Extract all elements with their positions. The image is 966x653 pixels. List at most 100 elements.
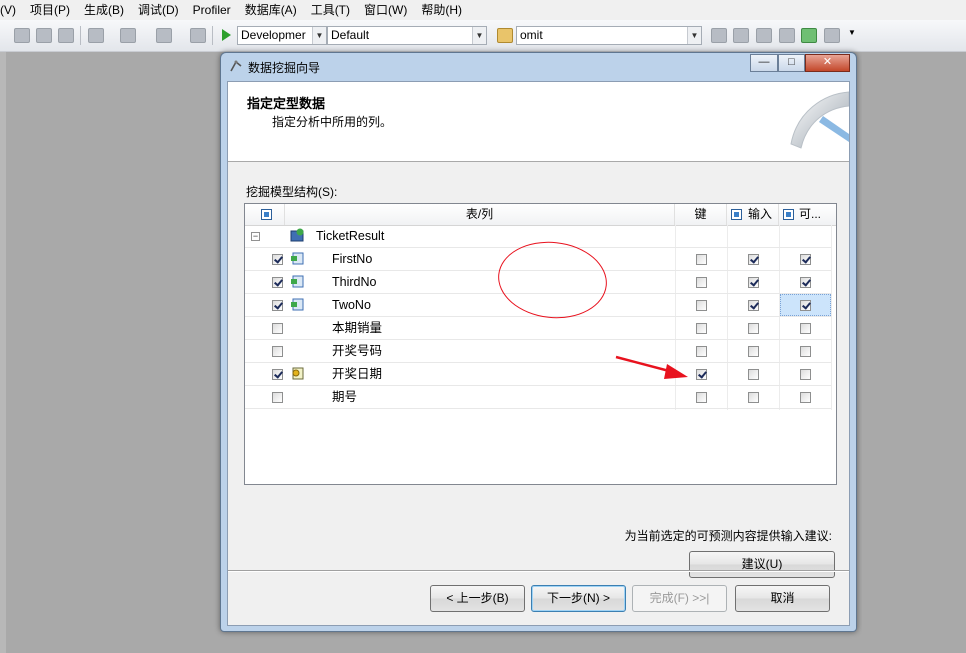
suggest-button[interactable]: 建议(U) bbox=[689, 551, 835, 578]
solution-platform-combo[interactable]: Default ▼ bbox=[327, 26, 487, 45]
close-button[interactable]: ✕ bbox=[805, 54, 850, 72]
menu-item[interactable]: 调试(D) bbox=[131, 0, 186, 20]
find-icon[interactable] bbox=[711, 28, 727, 43]
menu-item[interactable]: 项目(P) bbox=[23, 0, 77, 20]
start-page-icon[interactable] bbox=[801, 28, 817, 43]
include-checkbox[interactable] bbox=[272, 300, 283, 311]
include-checkbox[interactable] bbox=[272, 346, 283, 357]
page-subtitle: 指定分析中所用的列。 bbox=[272, 115, 393, 129]
include-checkbox[interactable] bbox=[272, 392, 283, 403]
next-button[interactable]: 下一步(N) > bbox=[531, 585, 626, 612]
predict-checkbox[interactable] bbox=[800, 392, 811, 403]
command-window-icon[interactable] bbox=[824, 28, 840, 43]
input-all-checkbox[interactable] bbox=[731, 209, 742, 220]
redo-icon[interactable] bbox=[120, 28, 136, 43]
menu-item[interactable]: 窗口(W) bbox=[357, 0, 414, 20]
copy-icon[interactable] bbox=[36, 28, 52, 43]
key-checkbox[interactable] bbox=[696, 300, 707, 311]
menu-item[interactable]: Profiler bbox=[186, 0, 238, 20]
key-checkbox[interactable] bbox=[696, 369, 707, 380]
chevron-down-icon[interactable]: ▼ bbox=[687, 27, 701, 44]
page-title: 指定定型数据 bbox=[247, 96, 326, 111]
menu-item[interactable]: 帮助(H) bbox=[414, 0, 469, 20]
navigate-backward-icon[interactable] bbox=[156, 28, 172, 43]
toolbox-icon[interactable] bbox=[779, 28, 795, 43]
column-name: FirstNo bbox=[332, 252, 373, 266]
toolbar-options-icon[interactable]: ▼ bbox=[848, 28, 856, 41]
input-checkbox[interactable] bbox=[748, 254, 759, 265]
numeric-column-icon bbox=[291, 298, 304, 311]
input-checkbox[interactable] bbox=[748, 277, 759, 288]
table-name: TicketResult bbox=[316, 229, 385, 243]
table-row[interactable]: 期号 bbox=[245, 386, 831, 409]
key-checkbox[interactable] bbox=[696, 277, 707, 288]
menu-item[interactable]: 数据库(A) bbox=[238, 0, 304, 20]
table-row[interactable]: 开奖号码 bbox=[245, 340, 831, 363]
wizard-banner-graphic bbox=[790, 91, 849, 149]
cancel-button[interactable]: 取消 bbox=[735, 585, 830, 612]
find-combo-value: omit bbox=[520, 28, 543, 42]
chevron-down-icon[interactable]: ▼ bbox=[472, 27, 486, 44]
column-name: 开奖日期 bbox=[332, 367, 383, 381]
start-debugging-icon[interactable] bbox=[222, 29, 231, 41]
include-checkbox[interactable] bbox=[272, 369, 283, 380]
maximize-button[interactable]: □ bbox=[778, 54, 805, 72]
column-name: TwoNo bbox=[332, 298, 371, 312]
solution-platform-value: Default bbox=[331, 28, 370, 42]
collapse-icon[interactable]: − bbox=[251, 232, 260, 241]
menu-item[interactable]: (V) bbox=[0, 0, 23, 20]
solution-explorer-icon[interactable] bbox=[733, 28, 749, 43]
predict-checkbox[interactable] bbox=[800, 277, 811, 288]
numeric-column-icon bbox=[291, 252, 304, 265]
find-in-files-icon[interactable] bbox=[497, 28, 513, 43]
navigate-forward-icon[interactable] bbox=[190, 28, 206, 43]
back-button[interactable]: < 上一步(B) bbox=[430, 585, 525, 612]
paste-icon[interactable] bbox=[58, 28, 74, 43]
include-checkbox[interactable] bbox=[272, 277, 283, 288]
table-row[interactable]: 开奖日期 bbox=[245, 363, 831, 386]
key-checkbox[interactable] bbox=[696, 392, 707, 403]
footer-divider bbox=[228, 570, 849, 572]
finish-button: 完成(F) >>| bbox=[632, 585, 727, 612]
include-checkbox[interactable] bbox=[272, 323, 283, 334]
input-checkbox[interactable] bbox=[748, 369, 759, 380]
predict-checkbox[interactable] bbox=[800, 369, 811, 380]
menu-item[interactable]: 生成(B) bbox=[77, 0, 131, 20]
menu-bar: (V) 项目(P) 生成(B) 调试(D) Profiler 数据库(A) 工具(T) 窗口(… bbox=[0, 0, 966, 20]
column-header-input[interactable]: 输入 bbox=[727, 204, 779, 225]
input-checkbox[interactable] bbox=[748, 323, 759, 334]
cut-icon[interactable] bbox=[14, 28, 30, 43]
chevron-down-icon[interactable]: ▼ bbox=[312, 27, 326, 44]
key-checkbox[interactable] bbox=[696, 323, 707, 334]
undo-icon[interactable] bbox=[88, 28, 104, 43]
key-checkbox[interactable] bbox=[696, 254, 707, 265]
column-header-table-column[interactable]: 表/列 bbox=[285, 204, 675, 225]
include-checkbox[interactable] bbox=[272, 254, 283, 265]
table-row[interactable]: 本期销量 bbox=[245, 317, 831, 340]
find-combo[interactable]: omit ▼ bbox=[516, 26, 702, 45]
key-checkbox[interactable] bbox=[696, 346, 707, 357]
grid-divider bbox=[831, 225, 832, 410]
menu-item[interactable]: 工具(T) bbox=[304, 0, 357, 20]
column-header-predict[interactable]: 可... bbox=[779, 204, 831, 225]
column-header-key[interactable]: 键 bbox=[675, 204, 727, 225]
predict-all-checkbox[interactable] bbox=[783, 209, 794, 220]
standard-toolbar: Developmer ▼ Default ▼ omit ▼ ▼ bbox=[0, 20, 966, 52]
predict-checkbox[interactable] bbox=[800, 346, 811, 357]
dialog-titlebar[interactable]: 数据挖掘向导 — □ ✕ bbox=[221, 53, 856, 79]
toolbar-separator bbox=[212, 26, 213, 45]
predict-checkbox[interactable] bbox=[800, 323, 811, 334]
solution-configuration-combo[interactable]: Developmer ▼ bbox=[237, 26, 327, 45]
minimize-button[interactable]: — bbox=[750, 54, 778, 72]
predict-checkbox[interactable] bbox=[800, 300, 811, 311]
column-name: 期号 bbox=[332, 390, 358, 404]
properties-icon[interactable] bbox=[756, 28, 772, 43]
predict-checkbox[interactable] bbox=[800, 254, 811, 265]
input-checkbox[interactable] bbox=[748, 300, 759, 311]
data-mining-wizard-dialog: 数据挖掘向导 — □ ✕ 指定定型数据 指定分析中所用的列。 挖掘模型结构(S)… bbox=[220, 52, 857, 632]
dialog-client-area: 指定定型数据 指定分析中所用的列。 挖掘模型结构(S): 表/列 键 输入 可.… bbox=[227, 81, 850, 626]
annotation-arrow bbox=[615, 355, 688, 379]
input-checkbox[interactable] bbox=[748, 392, 759, 403]
input-checkbox[interactable] bbox=[748, 346, 759, 357]
include-all-checkbox[interactable] bbox=[261, 209, 272, 220]
